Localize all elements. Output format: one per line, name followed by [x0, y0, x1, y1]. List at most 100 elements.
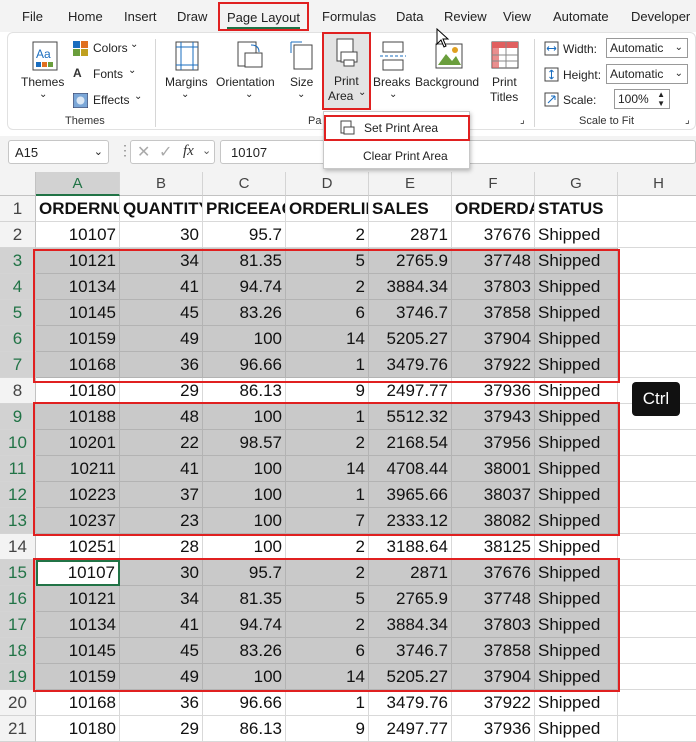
cell-b4[interactable]: 41 [120, 274, 203, 300]
cell-d5[interactable]: 6 [286, 300, 369, 326]
cell-h4[interactable] [618, 274, 696, 300]
cell-g16[interactable]: Shipped [535, 586, 618, 612]
cell-d2[interactable]: 2 [286, 222, 369, 248]
cell-c14[interactable]: 100 [203, 534, 286, 560]
tab-data[interactable]: Data [396, 9, 423, 24]
cell-c10[interactable]: 98.57 [203, 430, 286, 456]
cell-a10[interactable]: 10201 [36, 430, 120, 456]
row-header-1[interactable]: 1 [0, 196, 36, 222]
cell-e3[interactable]: 2765.9 [369, 248, 452, 274]
cell-h18[interactable] [618, 638, 696, 664]
cell-e21[interactable]: 2497.77 [369, 716, 452, 742]
cell-g18[interactable]: Shipped [535, 638, 618, 664]
cell-e18[interactable]: 3746.7 [369, 638, 452, 664]
cell-c12[interactable]: 100 [203, 482, 286, 508]
cell-a7[interactable]: 10168 [36, 352, 120, 378]
cell-c13[interactable]: 100 [203, 508, 286, 534]
cell-c5[interactable]: 83.26 [203, 300, 286, 326]
cell-b18[interactable]: 45 [120, 638, 203, 664]
margins-button[interactable]: Margins ⌄ [163, 37, 211, 107]
enter-icon[interactable]: ✓ [159, 142, 172, 162]
cell-h10[interactable] [618, 430, 696, 456]
cell-h20[interactable] [618, 690, 696, 716]
cell-c15[interactable]: 95.7 [203, 560, 286, 586]
cell-h19[interactable] [618, 664, 696, 690]
chevron-down-icon[interactable]: ⌄ [202, 144, 211, 157]
row-header-20[interactable]: 20 [0, 690, 36, 716]
breaks-button[interactable]: Breaks ⌄ [371, 37, 413, 107]
cell-d18[interactable]: 6 [286, 638, 369, 664]
cell-c9[interactable]: 100 [203, 404, 286, 430]
cell-b5[interactable]: 45 [120, 300, 203, 326]
tab-automate[interactable]: Automate [553, 9, 609, 24]
select-all-corner[interactable] [0, 172, 36, 196]
clear-print-area-menu-item[interactable]: Clear Print Area [324, 145, 470, 167]
cell-b2[interactable]: 30 [120, 222, 203, 248]
cell-a9[interactable]: 10188 [36, 404, 120, 430]
cell-e7[interactable]: 3479.76 [369, 352, 452, 378]
cell-d8[interactable]: 9 [286, 378, 369, 404]
cell-f9[interactable]: 37943 [452, 404, 535, 430]
cell-e20[interactable]: 3479.76 [369, 690, 452, 716]
cell-c2[interactable]: 95.7 [203, 222, 286, 248]
cell-d17[interactable]: 2 [286, 612, 369, 638]
width-select[interactable]: Automatic ⌄ [606, 38, 688, 58]
cell-b10[interactable]: 22 [120, 430, 203, 456]
cell-g17[interactable]: Shipped [535, 612, 618, 638]
cell-f10[interactable]: 37956 [452, 430, 535, 456]
row-header-7[interactable]: 7 [0, 352, 36, 378]
column-header-h[interactable]: H [618, 172, 696, 196]
row-header-10[interactable]: 10 [0, 430, 36, 456]
tab-developer[interactable]: Developer [631, 9, 690, 24]
cell-c18[interactable]: 83.26 [203, 638, 286, 664]
cell-a21[interactable]: 10180 [36, 716, 120, 742]
cell-a3[interactable]: 10121 [36, 248, 120, 274]
cell-d21[interactable]: 9 [286, 716, 369, 742]
effects-button[interactable]: Effects ⌄ [73, 91, 145, 111]
cell-d4[interactable]: 2 [286, 274, 369, 300]
column-header-a[interactable]: A [36, 172, 120, 196]
row-header-14[interactable]: 14 [0, 534, 36, 560]
column-header-g[interactable]: G [535, 172, 618, 196]
cell-g19[interactable]: Shipped [535, 664, 618, 690]
dialog-launcher-icon[interactable]: ⌟ [520, 115, 525, 126]
cell-b3[interactable]: 34 [120, 248, 203, 274]
name-box[interactable]: A15 ⌄ [8, 140, 109, 164]
cell-h14[interactable] [618, 534, 696, 560]
cell-d12[interactable]: 1 [286, 482, 369, 508]
cell-e2[interactable]: 2871 [369, 222, 452, 248]
cell-a1[interactable]: ORDERNUMBER [36, 196, 120, 222]
cell-g7[interactable]: Shipped [535, 352, 618, 378]
row-header-21[interactable]: 21 [0, 716, 36, 742]
row-header-12[interactable]: 12 [0, 482, 36, 508]
cell-h1[interactable] [618, 196, 696, 222]
row-header-19[interactable]: 19 [0, 664, 36, 690]
cell-h7[interactable] [618, 352, 696, 378]
cell-h21[interactable] [618, 716, 696, 742]
cell-d9[interactable]: 1 [286, 404, 369, 430]
cell-c11[interactable]: 100 [203, 456, 286, 482]
dialog-launcher-icon[interactable]: ⌟ [685, 115, 690, 126]
cell-a5[interactable]: 10145 [36, 300, 120, 326]
print-titles-button[interactable]: Print Titles [484, 37, 526, 107]
cell-f20[interactable]: 37922 [452, 690, 535, 716]
cell-e6[interactable]: 5205.27 [369, 326, 452, 352]
cell-f16[interactable]: 37748 [452, 586, 535, 612]
cell-b13[interactable]: 23 [120, 508, 203, 534]
tab-file[interactable]: File [22, 9, 43, 24]
height-select[interactable]: Automatic ⌄ [606, 64, 688, 84]
cell-f7[interactable]: 37922 [452, 352, 535, 378]
cell-b6[interactable]: 49 [120, 326, 203, 352]
fonts-button[interactable]: A Fonts ⌄ [73, 65, 143, 85]
cancel-icon[interactable]: ✕ [137, 142, 150, 162]
cell-e4[interactable]: 3884.34 [369, 274, 452, 300]
cell-f11[interactable]: 38001 [452, 456, 535, 482]
cell-a19[interactable]: 10159 [36, 664, 120, 690]
cell-a8[interactable]: 10180 [36, 378, 120, 404]
cell-g6[interactable]: Shipped [535, 326, 618, 352]
cell-c3[interactable]: 81.35 [203, 248, 286, 274]
cell-d13[interactable]: 7 [286, 508, 369, 534]
column-header-f[interactable]: F [452, 172, 535, 196]
cell-f18[interactable]: 37858 [452, 638, 535, 664]
cell-c17[interactable]: 94.74 [203, 612, 286, 638]
